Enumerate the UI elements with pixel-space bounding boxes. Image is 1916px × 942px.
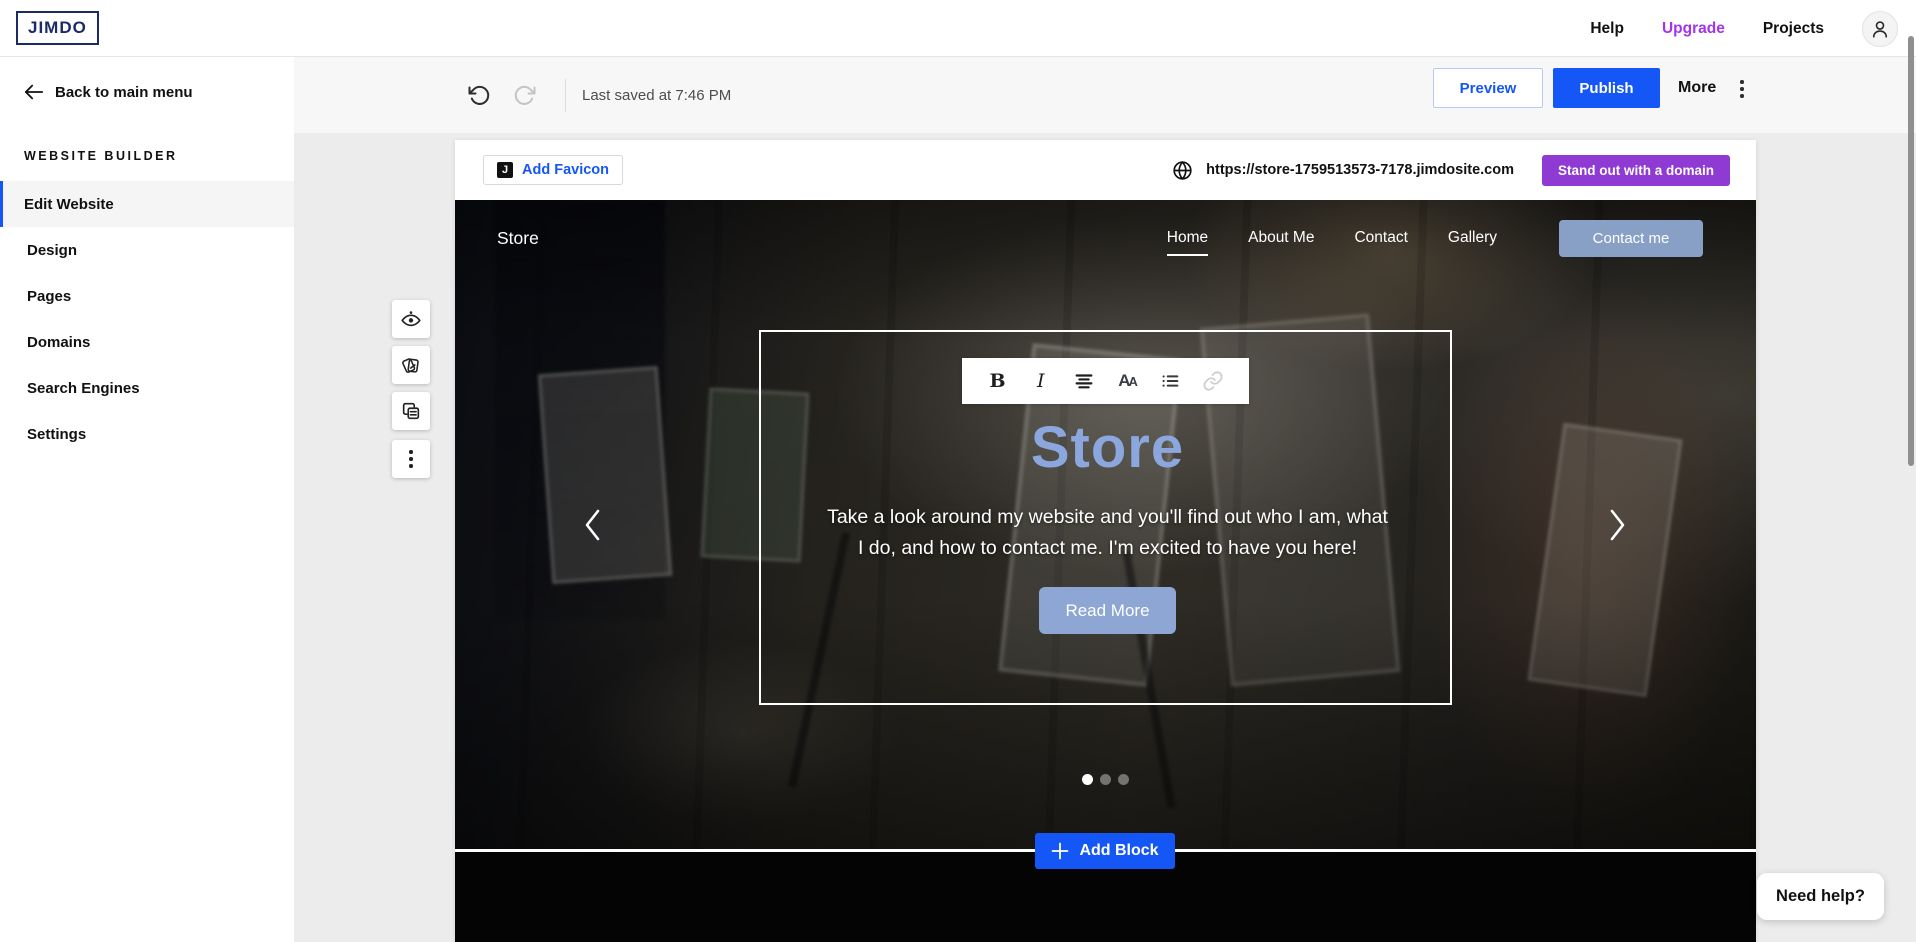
link-icon [1202, 370, 1224, 392]
italic-button[interactable]: I [1024, 364, 1058, 398]
sidebar-item-pages[interactable]: Pages [0, 273, 294, 319]
more-button[interactable]: More [1678, 78, 1716, 98]
page-scrollbar[interactable] [1908, 36, 1914, 466]
globe-icon [1172, 160, 1193, 181]
style-block-button[interactable] [392, 346, 430, 384]
carousel-dots [455, 774, 1756, 785]
site-nav: Home About Me Contact Gallery Contact me [1167, 218, 1703, 258]
jimdo-editor: JIMDO Help Upgrade Projects Back to main… [0, 0, 1916, 942]
bold-icon: B [990, 370, 1006, 392]
sidebar-section-title: WEBSITE BUILDER [24, 149, 177, 163]
site-nav-gallery[interactable]: Gallery [1448, 218, 1497, 258]
italic-icon: I [1037, 370, 1045, 392]
align-center-icon [1073, 370, 1095, 392]
carousel-dot-3[interactable] [1118, 774, 1129, 785]
font-style-button[interactable]: AA [1110, 364, 1144, 398]
chevron-left-icon [583, 508, 603, 542]
sidebar-menu: Edit Website Design Pages Domains Search… [0, 181, 294, 457]
builder-sidebar: Back to main menu WEBSITE BUILDER Edit W… [0, 57, 294, 942]
block-more-options-button[interactable] [392, 440, 430, 478]
font-style-icon: AA [1118, 371, 1136, 391]
last-saved-status: Last saved at 7:46 PM [582, 87, 731, 104]
favicon-placeholder-icon: J [497, 162, 513, 178]
list-button[interactable] [1153, 364, 1187, 398]
site-url-group: https://store-1759513573-7178.jimdosite.… [1172, 155, 1756, 186]
hero-art-shape [538, 366, 672, 584]
domain-upsell-button[interactable]: Stand out with a domain [1542, 155, 1730, 186]
sidebar-item-label: Pages [27, 288, 71, 305]
hero-section[interactable]: Store Home About Me Contact Gallery Cont… [455, 200, 1756, 849]
undo-button[interactable] [462, 78, 496, 112]
carousel-prev-button[interactable] [583, 508, 603, 545]
link-button[interactable] [1196, 364, 1230, 398]
need-help-button[interactable]: Need help? [1757, 873, 1884, 920]
site-logo[interactable]: Store [497, 228, 539, 249]
plus-icon [1051, 842, 1069, 860]
hero-art-shape [1527, 423, 1682, 697]
read-more-button[interactable]: Read More [1039, 587, 1176, 634]
account-avatar[interactable] [1862, 11, 1898, 47]
swatches-icon [400, 354, 422, 376]
copy-icon [400, 400, 422, 422]
carousel-dot-2[interactable] [1100, 774, 1111, 785]
list-icon [1159, 370, 1181, 392]
top-header: JIMDO Help Upgrade Projects [0, 0, 1916, 57]
site-nav-home[interactable]: Home [1167, 218, 1208, 258]
jimdo-logo-text: JIMDO [28, 18, 87, 38]
undo-icon [467, 83, 491, 107]
sidebar-item-edit-website[interactable]: Edit Website [0, 181, 294, 227]
redo-icon [513, 83, 537, 107]
chevron-right-icon [1607, 508, 1627, 542]
add-block-button[interactable]: Add Block [1035, 833, 1175, 869]
sidebar-item-label: Search Engines [27, 380, 140, 397]
align-button[interactable] [1067, 364, 1101, 398]
hero-title[interactable]: Store [761, 414, 1454, 481]
site-nav-about-me[interactable]: About Me [1248, 218, 1314, 258]
selected-block-outline[interactable]: B I AA Store Take a look around my websi… [759, 330, 1452, 705]
eye-icon [400, 308, 422, 330]
carousel-next-button[interactable] [1607, 508, 1627, 545]
site-url[interactable]: https://store-1759513573-7178.jimdosite.… [1206, 162, 1514, 178]
contact-me-button[interactable]: Contact me [1559, 220, 1703, 257]
redo-button[interactable] [508, 78, 542, 112]
back-label: Back to main menu [55, 84, 193, 101]
sidebar-item-design[interactable]: Design [0, 227, 294, 273]
site-header: Store Home About Me Contact Gallery Cont… [455, 200, 1756, 280]
projects-link[interactable]: Projects [1763, 20, 1824, 38]
text-edit-toolbar: B I AA [962, 358, 1249, 404]
sidebar-item-label: Edit Website [24, 196, 114, 213]
duplicate-block-button[interactable] [392, 392, 430, 430]
add-favicon-button[interactable]: J Add Favicon [483, 155, 623, 185]
add-favicon-label: Add Favicon [522, 162, 609, 178]
help-link[interactable]: Help [1590, 20, 1624, 38]
preview-button[interactable]: Preview [1433, 68, 1543, 108]
sidebar-item-label: Settings [27, 426, 86, 443]
sidebar-item-search-engines[interactable]: Search Engines [0, 365, 294, 411]
sidebar-item-settings[interactable]: Settings [0, 411, 294, 457]
sidebar-item-domains[interactable]: Domains [0, 319, 294, 365]
back-to-main-menu[interactable]: Back to main menu [24, 83, 193, 101]
add-block-label: Add Block [1079, 842, 1158, 860]
toolbar-divider [565, 79, 566, 112]
site-nav-contact[interactable]: Contact [1354, 218, 1407, 258]
about-me-title: About Me [455, 933, 1756, 942]
publish-button[interactable]: Publish [1553, 68, 1660, 108]
kebab-icon [409, 450, 413, 468]
account-nav: Help Upgrade Projects [1590, 0, 1898, 57]
sidebar-item-label: Domains [27, 334, 90, 351]
upgrade-link[interactable]: Upgrade [1662, 20, 1725, 38]
sidebar-item-label: Design [27, 242, 77, 259]
back-arrow-icon [24, 83, 44, 101]
website-preview-canvas: J Add Favicon https://store-1759513573-7… [455, 140, 1756, 942]
bold-button[interactable]: B [981, 364, 1015, 398]
jimdo-logo[interactable]: JIMDO [16, 11, 99, 45]
carousel-dot-1[interactable] [1082, 774, 1093, 785]
hide-block-button[interactable] [392, 300, 430, 338]
more-options-kebab-icon[interactable] [1735, 77, 1749, 101]
site-settings-bar: J Add Favicon https://store-1759513573-7… [455, 140, 1756, 200]
person-icon [1869, 18, 1891, 40]
hero-body-text[interactable]: Take a look around my website and you'll… [827, 502, 1388, 564]
